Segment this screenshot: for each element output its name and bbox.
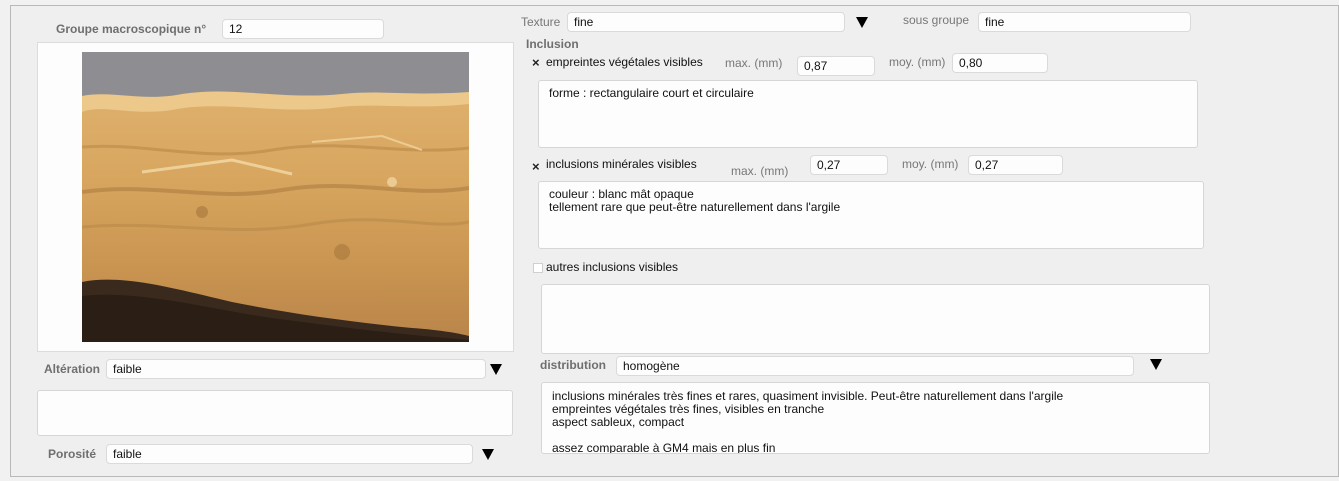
distribution-label: distribution (540, 358, 606, 372)
groupe-label: Groupe macroscopique n° (56, 22, 207, 36)
alteration-notes[interactable] (37, 390, 513, 436)
vegetales-max-field[interactable]: 0,87 (797, 56, 875, 76)
minerales-moy-field[interactable]: 0,27 (968, 155, 1063, 175)
minerales-max-label: max. (mm) (731, 164, 789, 178)
vegetales-moy-label: moy. (mm) (889, 55, 946, 69)
minerales-label: inclusions minérales visibles (546, 157, 697, 171)
porosite-select[interactable]: faible (106, 444, 473, 464)
alteration-select[interactable]: faible (106, 359, 486, 379)
autres-label: autres inclusions visibles (546, 260, 679, 274)
vegetales-moy-field[interactable]: 0,80 (952, 53, 1048, 73)
vegetales-checkbox[interactable]: × (532, 56, 540, 69)
porosite-label: Porosité (48, 447, 97, 461)
autres-notes[interactable] (541, 284, 1210, 354)
alteration-dropdown-arrow-icon[interactable] (490, 364, 502, 375)
vegetales-max-label: max. (mm) (725, 56, 783, 70)
sample-photo (82, 52, 469, 342)
distribution-select[interactable]: homogène (616, 356, 1134, 376)
groupe-number-field[interactable]: 12 (222, 19, 384, 39)
minerales-notes[interactable]: couleur : blanc mât opaque tellement rar… (538, 181, 1204, 249)
texture-dropdown-arrow-icon[interactable] (856, 17, 868, 28)
porosite-dropdown-arrow-icon[interactable] (482, 449, 494, 460)
sous-groupe-label: sous groupe (903, 13, 970, 27)
vegetales-label: empreintes végétales visibles (546, 55, 703, 69)
sous-groupe-field[interactable]: fine (978, 12, 1191, 32)
minerales-max-field[interactable]: 0,27 (810, 155, 888, 175)
minerales-moy-label: moy. (mm) (902, 157, 959, 171)
texture-select[interactable]: fine (567, 12, 845, 32)
autres-checkbox[interactable] (533, 263, 543, 273)
distribution-notes[interactable]: inclusions minérales très fines et rares… (541, 382, 1210, 454)
vegetales-notes[interactable]: forme : rectangulaire court et circulair… (538, 80, 1198, 148)
alteration-label: Altération (44, 362, 101, 376)
inclusion-heading: Inclusion (526, 37, 579, 51)
distribution-dropdown-arrow-icon[interactable] (1150, 359, 1162, 370)
minerales-checkbox[interactable]: × (532, 160, 540, 173)
texture-label: Texture (521, 15, 561, 29)
